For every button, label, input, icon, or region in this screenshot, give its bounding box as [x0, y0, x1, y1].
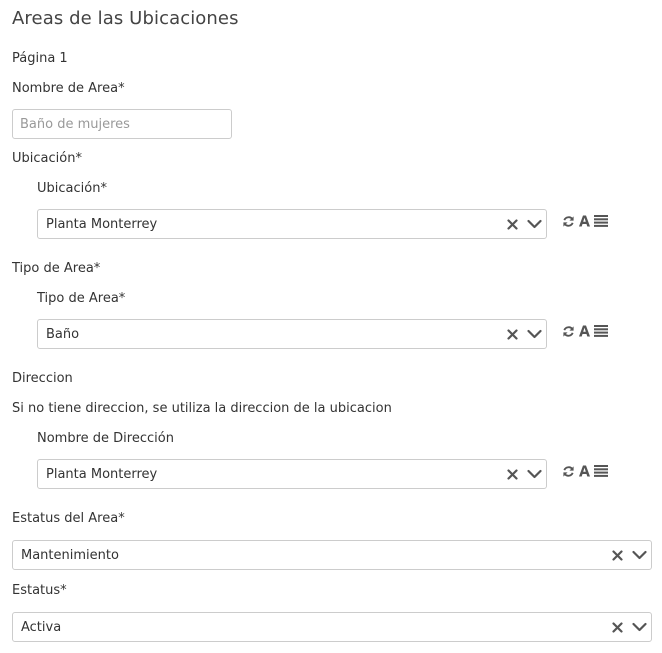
page-label: Página 1: [12, 51, 68, 66]
estatus-area-select[interactable]: Mantenimiento: [12, 540, 652, 570]
clear-x-icon[interactable]: [502, 328, 522, 340]
tipo-area-select[interactable]: Baño: [37, 319, 547, 349]
page-title: Areas de las Ubicaciones: [12, 8, 239, 29]
ubicacion-select[interactable]: Planta Monterrey: [37, 209, 547, 239]
ubicacion-section-label: Ubicación*: [12, 151, 82, 166]
estatus-area-selected-value: Mantenimiento: [21, 547, 119, 563]
add-record-icon[interactable]: [577, 464, 592, 478]
estatus-select[interactable]: Activa: [12, 612, 652, 642]
ubicacion-field-label: Ubicación*: [37, 181, 107, 196]
chevron-down-icon[interactable]: [522, 469, 546, 479]
clear-x-icon[interactable]: [607, 621, 627, 633]
tipo-area-field-label: Tipo de Area*: [37, 291, 126, 306]
ubicacion-selected-value: Planta Monterrey: [46, 216, 158, 232]
chevron-down-icon[interactable]: [627, 622, 651, 632]
ubicacion-toolbar: [561, 214, 608, 228]
refresh-icon[interactable]: [561, 324, 576, 338]
estatus-area-label: Estatus del Area*: [12, 511, 125, 526]
add-record-icon[interactable]: [577, 324, 592, 338]
clear-x-icon[interactable]: [502, 468, 522, 480]
direccion-toolbar: [561, 464, 608, 478]
estatus-selected-value: Activa: [21, 619, 62, 635]
direccion-section-label: Direccion: [12, 371, 73, 386]
refresh-icon[interactable]: [561, 214, 576, 228]
list-icon[interactable]: [593, 214, 608, 228]
chevron-down-icon[interactable]: [627, 550, 651, 560]
direccion-field-label: Nombre de Dirección: [37, 431, 174, 446]
refresh-icon[interactable]: [561, 464, 576, 478]
direccion-selected-value: Planta Monterrey: [46, 466, 158, 482]
tipo-area-section-label: Tipo de Area*: [12, 261, 101, 276]
list-icon[interactable]: [593, 464, 608, 478]
add-record-icon[interactable]: [577, 214, 592, 228]
chevron-down-icon[interactable]: [522, 329, 546, 339]
direccion-select[interactable]: Planta Monterrey: [37, 459, 547, 489]
clear-x-icon[interactable]: [502, 218, 522, 230]
tipo-area-selected-value: Baño: [46, 326, 80, 342]
list-icon[interactable]: [593, 324, 608, 338]
clear-x-icon[interactable]: [607, 549, 627, 561]
tipo-area-toolbar: [561, 324, 608, 338]
direccion-help-text: Si no tiene direccion, se utiliza la dir…: [12, 401, 392, 416]
nombre-area-input[interactable]: [12, 109, 232, 139]
nombre-area-label: Nombre de Area*: [12, 81, 125, 96]
chevron-down-icon[interactable]: [522, 219, 546, 229]
estatus-label: Estatus*: [12, 583, 67, 598]
